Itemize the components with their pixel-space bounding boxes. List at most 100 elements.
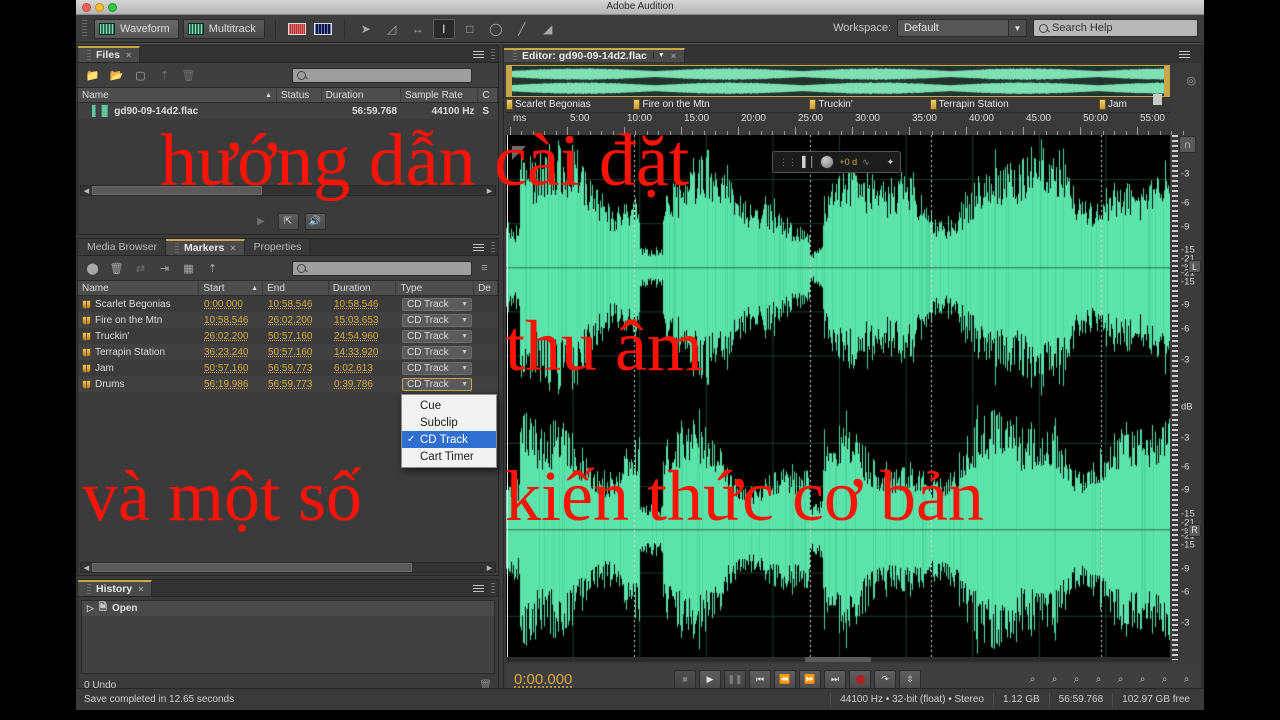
files-col-samplerate[interactable]: Sample Rate (401, 88, 479, 102)
markers-col-name[interactable]: Name (78, 281, 200, 295)
export-audio-icon[interactable]: ⇡ (204, 260, 221, 277)
merge-markers-icon[interactable]: ⇄ (132, 260, 149, 277)
skip-end-button[interactable]: ⏭ (824, 669, 846, 689)
files-col-c[interactable]: C (478, 88, 498, 102)
table-row[interactable]: Jam 50:57.160 56:59.773 6:02.613 CD Track ▼ (78, 360, 498, 376)
paintbrush-icon[interactable]: ╱ (511, 19, 533, 39)
insert-into-multitrack-button[interactable]: ⇱ (277, 212, 299, 230)
channel-label-r[interactable]: R (1188, 523, 1201, 537)
files-horizontal-scrollbar[interactable]: ◀ ▶ (80, 185, 496, 196)
toolbar-grip-icon[interactable] (82, 19, 87, 38)
chevron-down-icon[interactable]: ▼ (461, 333, 468, 340)
markers-col-duration[interactable]: Duration (329, 281, 397, 295)
tab-history[interactable]: History × (78, 580, 153, 596)
playhead[interactable] (507, 135, 508, 660)
files-col-duration[interactable]: Duration (322, 88, 401, 102)
record-button[interactable] (849, 669, 871, 689)
markers-col-description[interactable]: De (474, 281, 498, 295)
marker-type-select[interactable]: CD Track ▼ (402, 297, 472, 311)
marker-type-select[interactable]: CD Track ▼ (402, 313, 472, 327)
files-panel-drag-handle[interactable] (491, 49, 495, 60)
export-icon[interactable]: ⇡ (156, 67, 173, 84)
pause-button[interactable]: ❚❚ (724, 669, 746, 689)
marker-type-cell[interactable]: CD Track ▼ (398, 328, 476, 344)
zoom-in-time-button[interactable]: ⌕ (1069, 672, 1084, 687)
link-channels-button[interactable]: ∩ (1179, 136, 1196, 153)
zoom-in-amplitude-button[interactable]: ⌕ (1025, 672, 1040, 687)
overview-left-handle[interactable] (507, 66, 512, 96)
history-panel-drag-handle[interactable] (491, 583, 495, 594)
menu-item-subclip[interactable]: Subclip (402, 414, 496, 431)
table-row[interactable]: Truckin' 26:02.200 50:57.160 24:54.960 CD Tr… (78, 328, 498, 344)
scroll-left-icon[interactable]: ◀ (81, 564, 92, 572)
files-search-input[interactable] (292, 67, 472, 83)
zoom-out-amplitude-button[interactable]: ⌕ (1047, 672, 1062, 687)
spot-healing-icon[interactable]: ◢ (537, 19, 559, 39)
marker-type-cell[interactable]: CD Track ▼ (398, 296, 476, 312)
marker-type-select[interactable]: CD Track ▼ (402, 361, 472, 375)
waveform-mode-button[interactable]: Waveform (94, 18, 179, 39)
current-time-display[interactable]: 0:00.000 (514, 671, 572, 688)
multitrack-mode-button[interactable]: Multitrack (182, 18, 265, 39)
menu-item-cd-track[interactable]: ✓ CD Track (402, 431, 496, 448)
chevron-down-icon[interactable]: ▼ (652, 52, 665, 59)
hud-knob[interactable] (820, 155, 835, 169)
trash-icon[interactable]: 🗑 (180, 67, 197, 84)
menu-item-cart-timer[interactable]: Cart Timer (402, 448, 496, 465)
rewind-button[interactable]: ⏪ (774, 669, 796, 689)
tab-media-browser[interactable]: Media Browser (78, 239, 167, 255)
files-panel-menu-button[interactable] (470, 49, 484, 59)
waveform-display[interactable] (506, 135, 1170, 660)
waveform-view-button[interactable] (286, 19, 308, 39)
tab-editor[interactable]: Editor: gd90-09-14d2.flac ▼ × (504, 47, 686, 62)
markers-col-end[interactable]: End (263, 281, 329, 295)
chevron-down-icon[interactable]: ▼ (461, 365, 468, 372)
list-item[interactable]: ▷ 🗎 Open (82, 601, 494, 616)
marker-display-options-icon[interactable]: ≡ (476, 260, 493, 277)
scrollbar-thumb[interactable] (804, 657, 872, 662)
markers-panel-menu-button[interactable] (470, 242, 484, 252)
new-file-icon[interactable]: 📂 (108, 67, 125, 84)
slip-tool-icon[interactable]: ◿ (381, 19, 403, 39)
auto-play-button[interactable]: 🔊 (304, 212, 326, 230)
history-panel-menu-button[interactable] (470, 583, 484, 593)
chevron-down-icon[interactable]: ▼ (461, 301, 468, 308)
scrollbar-thumb[interactable] (92, 186, 262, 195)
loop-button[interactable]: ↷ (874, 669, 896, 689)
marker-type-cell[interactable]: CD Track ▼ (398, 312, 476, 328)
marker-type-select[interactable]: CD Track ▼ (402, 377, 472, 391)
search-help-input[interactable]: Search Help (1033, 19, 1198, 37)
scroll-left-icon[interactable]: ◀ (81, 187, 92, 195)
tab-properties[interactable]: Properties (244, 239, 311, 255)
zoom-to-selection-out-button[interactable]: ⌕ (1157, 672, 1172, 687)
ruler-marker[interactable]: Truckin' (809, 99, 853, 110)
lasso-icon[interactable]: ◯ (485, 19, 507, 39)
move-tool-icon[interactable]: ➤ (355, 19, 377, 39)
ruler-marker[interactable]: Jam (1098, 99, 1127, 110)
play-preview-button[interactable]: ▶ (251, 213, 272, 230)
marker-type-cell[interactable]: CD Track ▼ (398, 344, 476, 360)
waveform-toggle-button[interactable]: ⇳ (899, 669, 921, 689)
channel-label-l[interactable]: L (1188, 260, 1201, 273)
overview-right-handle[interactable] (1164, 66, 1169, 96)
close-icon[interactable]: × (138, 584, 143, 594)
spectral-view-button[interactable] (312, 19, 334, 39)
marker-type-dropdown-menu[interactable]: Cue Subclip ✓ CD Track Cart Timer (401, 394, 497, 468)
table-row[interactable]: Fire on the Mtn 10:58.546 26:02.200 15:03.6… (78, 312, 498, 328)
close-icon[interactable]: × (126, 50, 131, 60)
scroll-right-icon[interactable]: ▶ (484, 564, 495, 572)
close-icon[interactable]: × (230, 243, 235, 253)
razor-icon[interactable]: I (432, 18, 455, 39)
marker-type-cell[interactable]: CD Track ▼ (398, 376, 476, 392)
editor-time-ruler[interactable]: ms 5:00 10:00 15:00 20:00 25:00 30:00 35:00 40:0… (506, 113, 1184, 135)
stop-button[interactable]: ■ (674, 669, 696, 689)
workspace-select[interactable]: Default ▼ (897, 19, 1027, 37)
tab-markers[interactable]: Markers × (166, 239, 245, 255)
table-row[interactable]: Terrapin Station 36:23.240 50:57.160 14:33.… (78, 344, 498, 360)
scroll-right-icon[interactable]: ▶ (484, 187, 495, 195)
insert-into-playlist-icon[interactable]: ⇥ (156, 260, 173, 277)
scrollbar-thumb[interactable] (92, 563, 412, 572)
tab-files[interactable]: Files × (78, 46, 141, 62)
hud-grip-icon[interactable]: ⋮⋮ (779, 157, 797, 168)
skip-start-button[interactable]: ⏮ (749, 669, 771, 689)
